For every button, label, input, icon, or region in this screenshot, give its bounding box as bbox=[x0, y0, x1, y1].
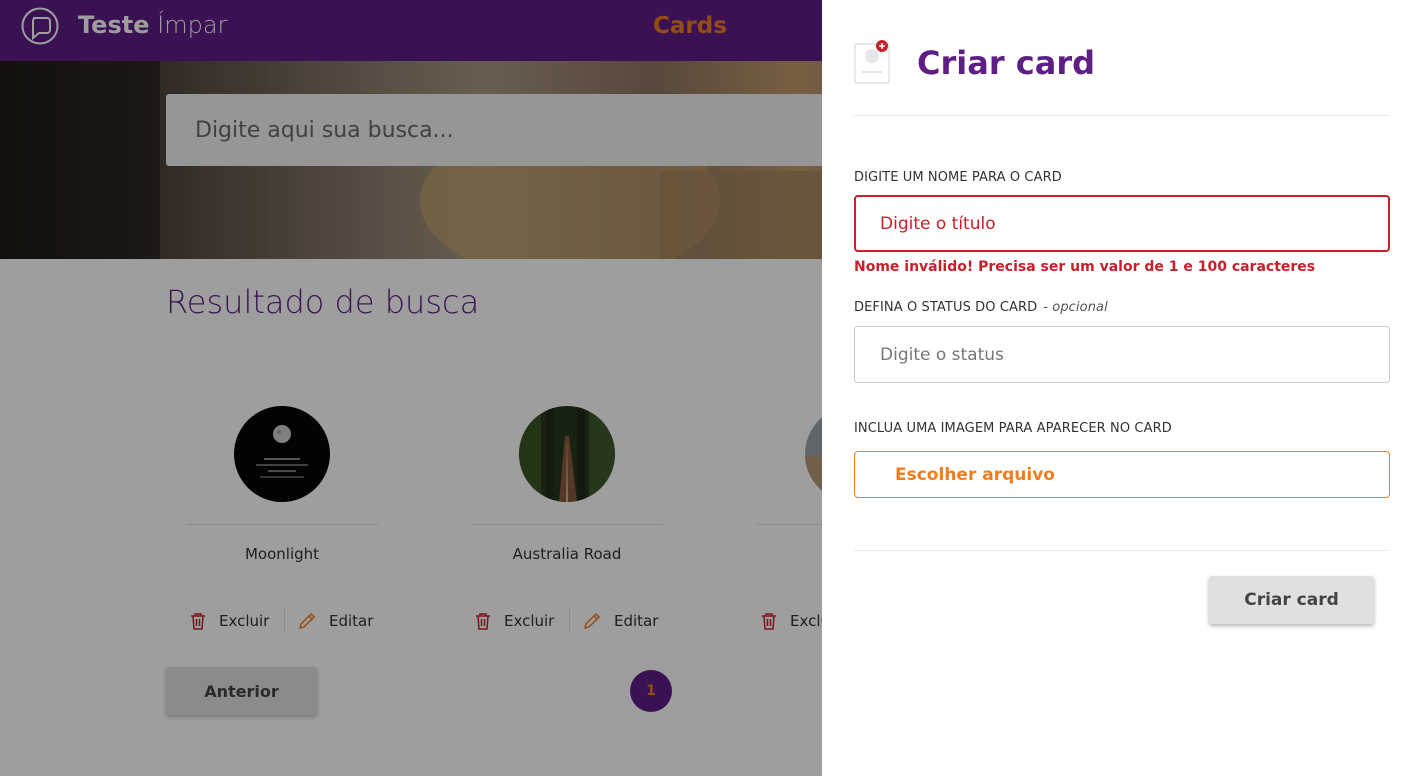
status-field-label: DEFINA O STATUS DO CARD - opcional bbox=[854, 300, 1108, 315]
status-label-text: DEFINA O STATUS DO CARD bbox=[854, 300, 1038, 315]
image-field-label: INCLUA UMA IMAGEM PARA APARECER NO CARD bbox=[854, 421, 1172, 436]
status-field bbox=[854, 326, 1390, 383]
status-input[interactable] bbox=[855, 327, 1389, 382]
create-card-drawer: Criar card DIGITE UM NOME PARA O CARD No… bbox=[822, 0, 1420, 776]
create-card-button[interactable]: Criar card bbox=[1209, 576, 1374, 624]
divider bbox=[854, 115, 1390, 116]
name-field-error: Nome inválido! Precisa ser um valor de 1… bbox=[854, 259, 1316, 275]
card-add-icon bbox=[854, 40, 890, 84]
name-field-label: DIGITE UM NOME PARA O CARD bbox=[854, 170, 1062, 185]
optional-note: - opcional bbox=[1043, 300, 1108, 315]
drawer-title: Criar card bbox=[917, 44, 1095, 82]
choose-file-button[interactable]: Escolher arquivo bbox=[854, 451, 1390, 498]
name-field bbox=[854, 195, 1390, 252]
divider bbox=[854, 550, 1390, 551]
title-input[interactable] bbox=[856, 197, 1388, 250]
